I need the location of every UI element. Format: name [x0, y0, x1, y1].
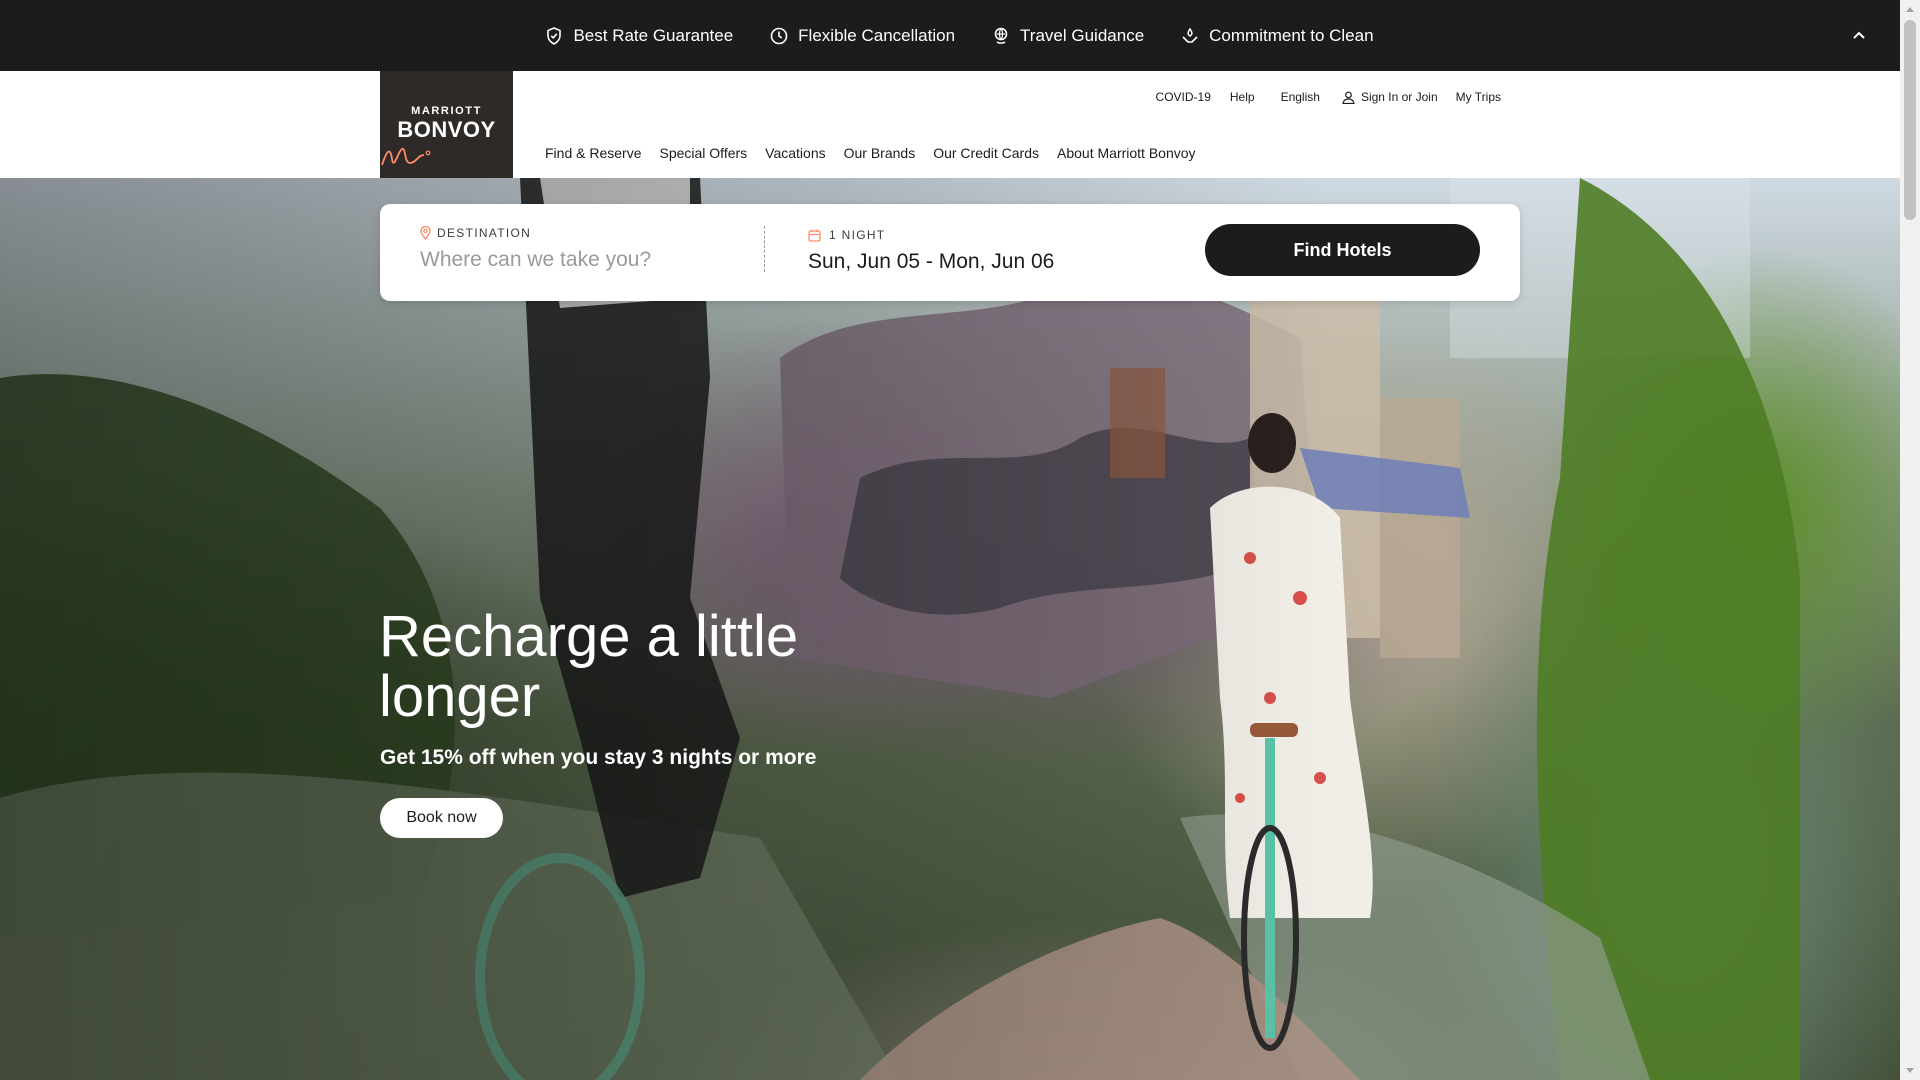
promo-label: Commitment to Clean: [1209, 25, 1374, 45]
nav-our-brands[interactable]: Our Brands: [844, 145, 916, 161]
hotel-search-box: DESTINATION 1 NIGHT Sun, Jun 05 - Mon, J…: [380, 204, 1520, 301]
nav-special-offers[interactable]: Special Offers: [659, 145, 747, 161]
scroll-down-arrow-icon: [1906, 1068, 1914, 1073]
promo-flexible-cancellation[interactable]: Flexible Cancellation: [769, 26, 955, 46]
clean-hands-icon: [1182, 27, 1198, 43]
user-icon: [1342, 91, 1355, 104]
find-hotels-button[interactable]: Find Hotels: [1205, 224, 1480, 276]
hero-overlay: [0, 178, 1900, 1080]
covid-link[interactable]: COVID-19: [1156, 90, 1211, 104]
chevron-up-icon: [1853, 31, 1865, 39]
nav-vacations[interactable]: Vacations: [765, 145, 825, 161]
language-selector[interactable]: English: [1281, 90, 1320, 104]
promo-list: Best Rate Guarantee Flexible Cancellatio…: [544, 25, 1374, 46]
nav-find-reserve[interactable]: Find & Reserve: [545, 145, 641, 161]
search-divider: [764, 226, 765, 272]
collapse-promo-button[interactable]: [1848, 24, 1870, 46]
hero-banner: Recharge a little longer Get 15% off whe…: [0, 178, 1900, 1080]
page-scrollbar[interactable]: [1900, 0, 1920, 1080]
main-nav: Find & Reserve Special Offers Vacations …: [545, 145, 1196, 161]
nights-label: 1 NIGHT: [829, 228, 886, 242]
promo-travel-guidance[interactable]: Travel Guidance: [991, 26, 1144, 46]
shield-check-icon: [547, 26, 562, 45]
utility-links: COVID-19 Help English Sign In or Join My…: [1156, 90, 1501, 104]
scroll-down-button[interactable]: [1900, 1062, 1920, 1080]
scroll-up-arrow-icon: [1906, 7, 1914, 12]
destination-label-group: DESTINATION: [420, 226, 531, 240]
promo-bar: Best Rate Guarantee Flexible Cancellatio…: [0, 0, 1900, 71]
promo-commitment-clean[interactable]: Commitment to Clean: [1180, 25, 1374, 46]
book-now-button[interactable]: Book now: [380, 798, 503, 838]
promo-label: Flexible Cancellation: [798, 25, 956, 45]
destination-input[interactable]: [420, 248, 750, 272]
sign-in-link[interactable]: Sign In or Join: [1342, 90, 1438, 104]
promo-best-rate[interactable]: Best Rate Guarantee: [544, 26, 733, 46]
globe-hand-icon: [994, 27, 1008, 44]
scrollbar-thumb[interactable]: [1904, 20, 1916, 220]
calendar-icon: [808, 229, 821, 242]
nav-credit-cards[interactable]: Our Credit Cards: [933, 145, 1039, 161]
date-range-selector[interactable]: Sun, Jun 05 - Mon, Jun 06: [808, 250, 1054, 274]
logo-script-icon: [381, 148, 431, 166]
hero-title: Recharge a little longer: [379, 604, 799, 729]
scroll-up-button[interactable]: [1900, 0, 1920, 18]
nights-label-group[interactable]: 1 NIGHT: [808, 228, 885, 242]
sign-in-label: Sign In or Join: [1360, 90, 1438, 104]
my-trips-link[interactable]: My Trips: [1456, 90, 1501, 104]
help-link[interactable]: Help: [1230, 90, 1255, 104]
promo-label: Travel Guidance: [1020, 25, 1145, 45]
promo-label: Best Rate Guarantee: [573, 25, 734, 45]
destination-label: DESTINATION: [437, 226, 532, 240]
location-pin-icon: [420, 226, 431, 240]
logo-line1: MARRIOTT: [411, 105, 482, 117]
marriott-bonvoy-logo[interactable]: MARRIOTT BONVOY: [380, 71, 513, 178]
hero-subtitle: Get 15% off when you stay 3 nights or mo…: [380, 746, 817, 769]
nav-about-bonvoy[interactable]: About Marriott Bonvoy: [1057, 145, 1196, 161]
site-header: MARRIOTT BONVOY COVID-19 Help English Si…: [0, 71, 1900, 178]
clock-icon: [770, 27, 788, 44]
